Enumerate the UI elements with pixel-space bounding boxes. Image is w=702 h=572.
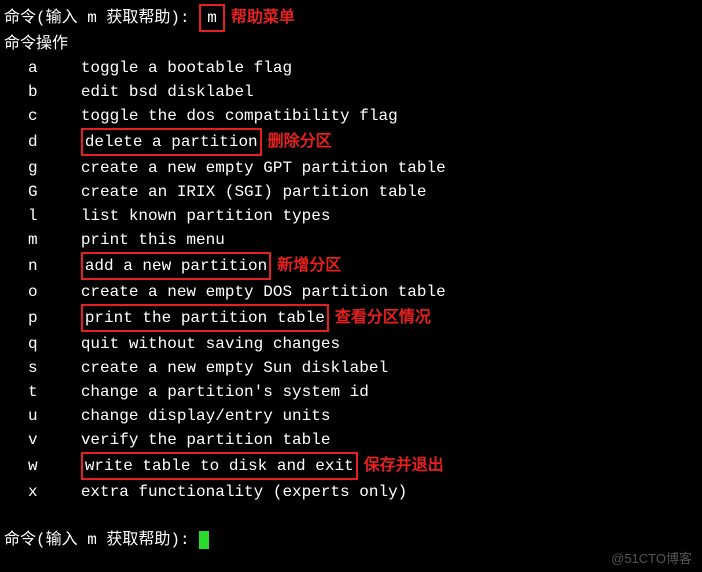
menu-key: G: [28, 180, 52, 204]
menu-key: c: [28, 104, 52, 128]
menu-desc-boxed: add a new partition: [81, 252, 271, 280]
menu-desc: create a new empty Sun disklabel: [81, 359, 388, 377]
menu-item-x: x extra functionality (experts only): [4, 480, 698, 504]
menu-key: x: [28, 480, 52, 504]
menu-item-q: q quit without saving changes: [4, 332, 698, 356]
typed-value: m: [207, 9, 217, 27]
menu-desc: quit without saving changes: [81, 335, 340, 353]
menu-desc: edit bsd disklabel: [81, 83, 254, 101]
menu-desc: delete a partition: [85, 133, 258, 151]
annotation: 保存并退出: [364, 457, 444, 474]
menu-item-a: a toggle a bootable flag: [4, 56, 698, 80]
command-prompt-1[interactable]: 命令(输入 m 获取帮助): m 帮助菜单: [4, 4, 698, 32]
section-title: 命令操作: [4, 32, 698, 56]
menu-item-d: d delete a partition 删除分区: [4, 128, 698, 156]
menu-desc: create a new empty GPT partition table: [81, 159, 446, 177]
menu-desc: create a new empty DOS partition table: [81, 283, 446, 301]
menu-key: d: [28, 130, 52, 154]
menu-desc: add a new partition: [85, 257, 267, 275]
annotation: 删除分区: [268, 133, 332, 150]
watermark: @51CTO博客: [611, 549, 692, 569]
menu-key: a: [28, 56, 52, 80]
menu-key: u: [28, 404, 52, 428]
menu-desc: create an IRIX (SGI) partition table: [81, 183, 427, 201]
menu-key: q: [28, 332, 52, 356]
menu-desc-boxed: print the partition table: [81, 304, 329, 332]
menu-item-g: g create a new empty GPT partition table: [4, 156, 698, 180]
menu-desc: print this menu: [81, 231, 225, 249]
menu-item-p: p print the partition table 查看分区情况: [4, 304, 698, 332]
menu-item-m: m print this menu: [4, 228, 698, 252]
menu-item-n: n add a new partition 新增分区: [4, 252, 698, 280]
menu-item-l: l list known partition types: [4, 204, 698, 228]
menu-desc: print the partition table: [85, 309, 325, 327]
menu-item-G: G create an IRIX (SGI) partition table: [4, 180, 698, 204]
menu-desc: toggle a bootable flag: [81, 59, 292, 77]
menu-item-w: w write table to disk and exit 保存并退出: [4, 452, 698, 480]
menu-desc-boxed: delete a partition: [81, 128, 262, 156]
annotation: 查看分区情况: [335, 309, 431, 326]
menu-key: v: [28, 428, 52, 452]
menu-item-c: c toggle the dos compatibility flag: [4, 104, 698, 128]
menu-item-o: o create a new empty DOS partition table: [4, 280, 698, 304]
menu-key: o: [28, 280, 52, 304]
menu-key: s: [28, 356, 52, 380]
menu-item-b: b edit bsd disklabel: [4, 80, 698, 104]
annotation-help-menu: 帮助菜单: [231, 9, 295, 26]
menu-key: l: [28, 204, 52, 228]
command-prompt-2[interactable]: 命令(输入 m 获取帮助):: [4, 528, 698, 552]
menu-item-v: v verify the partition table: [4, 428, 698, 452]
menu-desc: list known partition types: [81, 207, 331, 225]
menu-key: n: [28, 254, 52, 278]
menu-key: w: [28, 454, 52, 478]
menu-desc-boxed: write table to disk and exit: [81, 452, 358, 480]
menu-desc: verify the partition table: [81, 431, 331, 449]
menu-desc: change display/entry units: [81, 407, 331, 425]
typed-m-box: m: [199, 4, 225, 32]
cursor-block: [199, 531, 209, 549]
menu-key: g: [28, 156, 52, 180]
menu-key: m: [28, 228, 52, 252]
prompt-label: 命令(输入 m 获取帮助):: [4, 531, 199, 549]
menu-key: p: [28, 306, 52, 330]
prompt-label: 命令(输入 m 获取帮助):: [4, 9, 199, 27]
blank-line: [4, 504, 698, 528]
menu-item-s: s create a new empty Sun disklabel: [4, 356, 698, 380]
menu-item-t: t change a partition's system id: [4, 380, 698, 404]
menu-item-u: u change display/entry units: [4, 404, 698, 428]
menu-desc: toggle the dos compatibility flag: [81, 107, 398, 125]
annotation: 新增分区: [277, 257, 341, 274]
menu-desc: change a partition's system id: [81, 383, 369, 401]
menu-desc: extra functionality (experts only): [81, 483, 407, 501]
menu-key: b: [28, 80, 52, 104]
menu-key: t: [28, 380, 52, 404]
menu-desc: write table to disk and exit: [85, 457, 354, 475]
